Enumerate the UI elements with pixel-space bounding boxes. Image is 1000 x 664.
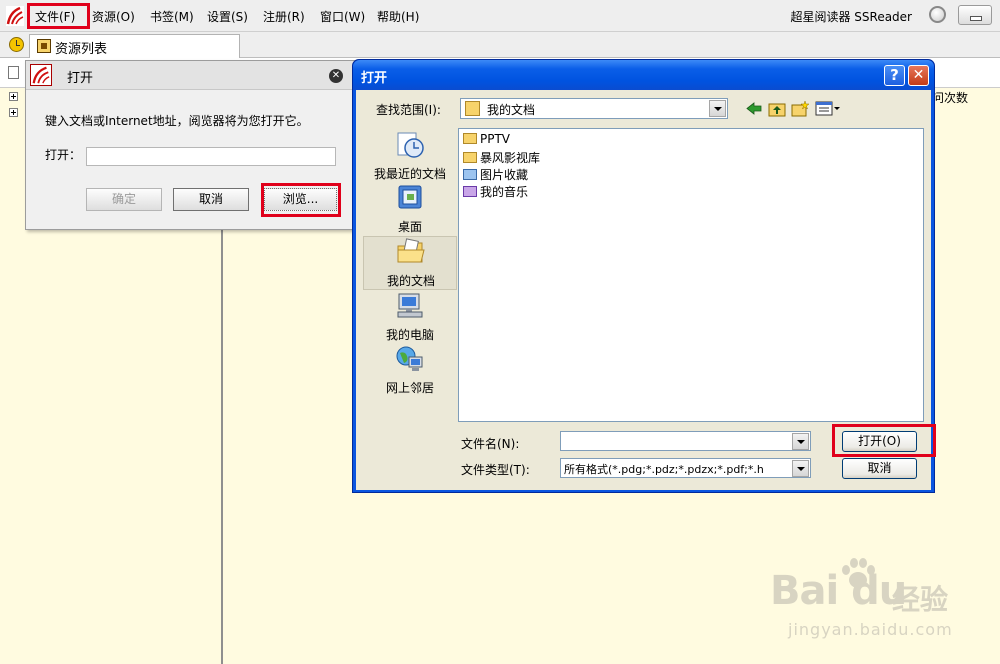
watermark-logo: Bai du [770,568,907,614]
tab-resource-list[interactable]: 资源列表 [29,34,240,58]
file-list[interactable]: PPTV 暴风影视库 图片收藏 我的音乐 [458,128,924,422]
my-documents-icon [465,101,480,116]
look-in-select[interactable]: 我的文档 [460,98,728,119]
chevron-down-icon[interactable] [792,433,809,450]
place-desktop[interactable]: 桌面 [363,183,457,237]
tab-label: 资源列表 [55,42,108,57]
recent-documents-icon [397,132,424,158]
dialog-title: 打开 [67,71,94,86]
file-type-value: 所有格式(*.pdg;*.pdz;*.pdzx;*.pdf;*.h [564,463,764,476]
place-label: 我最近的文档 [373,167,446,181]
music-folder-icon [463,186,477,197]
cancel-button[interactable]: 取消 [842,458,917,479]
up-folder-icon[interactable] [768,100,786,117]
folder-icon [397,238,425,263]
resource-list-icon [37,39,51,53]
folder-icon [463,152,477,163]
dialog-prompt: 键入文档或Internet地址，阅览器将为您打开它。 [45,114,309,128]
folder-icon [463,133,477,144]
app-title: 超星阅读器 SSReader [790,10,912,24]
watermark-jingyan: 经验 [892,583,949,616]
close-icon[interactable]: ✕ [908,65,929,86]
look-in-value: 我的文档 [487,103,536,117]
back-icon[interactable] [745,100,763,117]
list-item[interactable]: 图片收藏 [463,166,528,182]
open-address-dialog: 打开 ✕ 键入文档或Internet地址，阅览器将为您打开它。 打开： 确定 取… [25,60,355,230]
menu-register[interactable]: 注册(R) [263,8,305,26]
place-network[interactable]: 网上邻居 [363,344,457,398]
column-header-visits[interactable]: 问次数 [932,89,968,106]
tree-expand-icon[interactable] [9,92,18,101]
menu-resource[interactable]: 资源(O) [92,8,135,26]
cancel-button[interactable]: 取消 [173,188,249,211]
chevron-down-icon[interactable] [709,100,726,117]
clock-icon[interactable] [9,37,24,52]
superstar-logo-icon [30,64,52,86]
help-icon[interactable]: ? [884,65,905,86]
place-label: 桌面 [397,220,422,234]
tab-bar: 资源列表 [0,32,1000,58]
place-label: 网上邻居 [385,381,434,395]
list-item[interactable]: 我的音乐 [463,183,528,199]
watermark-url: jingyan.baidu.com [788,620,953,639]
list-item[interactable]: 暴风影视库 [463,149,540,165]
place-my-documents[interactable]: 我的文档 [363,236,457,290]
browse-button[interactable]: 浏览... [264,188,337,211]
menu-file[interactable]: 文件(F) [35,8,75,26]
file-name-input[interactable] [560,431,811,451]
new-folder-icon[interactable] [791,100,809,117]
dialog-title: 打开 [361,71,388,86]
file-type-select[interactable]: 所有格式(*.pdg;*.pdz;*.pdzx;*.pdf;*.h [560,458,811,478]
dialog-titlebar[interactable]: 打开 ✕ [26,61,354,90]
picture-folder-icon [463,169,477,180]
ok-button[interactable]: 确定 [86,188,162,211]
dialog-titlebar[interactable]: 打开 ? ✕ [353,60,934,90]
menu-settings[interactable]: 设置(S) [207,8,248,26]
desktop-icon [398,185,422,209]
place-label: 我的文档 [386,274,435,288]
place-label: 我的电脑 [385,328,434,342]
look-in-label: 查找范围(I): [376,103,441,117]
tree-expand-icon[interactable] [9,108,18,117]
file-open-dialog: 打开 ? ✕ 查找范围(I): 我的文档 我最近的文档 桌面 我的文档 我的电脑… [352,59,935,493]
dialog-body: 查找范围(I): 我的文档 我最近的文档 桌面 我的文档 我的电脑 网上邻居 P… [356,90,931,490]
place-my-computer[interactable]: 我的电脑 [363,291,457,345]
menu-bookmark[interactable]: 书签(M) [150,8,194,26]
open-address-input[interactable] [86,147,336,166]
open-button[interactable]: 打开(O) [842,431,917,452]
file-type-label: 文件类型(T): [461,463,530,477]
menu-bar: 文件(F) 资源(O) 书签(M) 设置(S) 注册(R) 窗口(W) 帮助(H… [0,0,1000,32]
baidu-jingyan-watermark: Bai du 经验 jingyan.baidu.com [770,556,980,646]
document-icon[interactable] [8,66,19,79]
chevron-down-icon[interactable] [792,460,809,477]
menu-window[interactable]: 窗口(W) [320,8,365,26]
places-bar: 我最近的文档 桌面 我的文档 我的电脑 网上邻居 [363,128,457,458]
network-icon [396,346,423,371]
my-computer-icon [397,293,423,318]
close-icon[interactable]: ✕ [329,69,343,83]
superstar-logo-icon [6,6,24,26]
menu-help[interactable]: 帮助(H) [377,8,419,26]
view-menu-icon[interactable] [815,100,841,117]
file-name-label: 文件名(N): [461,437,520,451]
minimize-button[interactable] [958,5,992,25]
status-circle-icon[interactable] [929,6,946,23]
open-field-label: 打开： [45,148,82,162]
list-item[interactable]: PPTV [463,132,510,148]
place-recent-documents[interactable]: 我最近的文档 [363,130,457,184]
